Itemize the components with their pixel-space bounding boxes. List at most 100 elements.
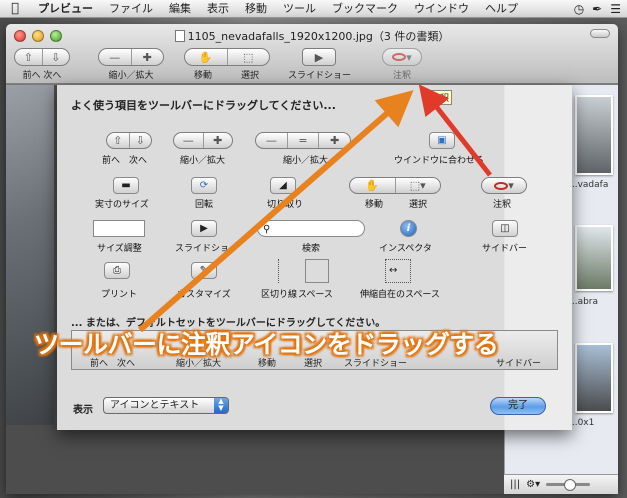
plus-icon: ✚ bbox=[213, 134, 223, 147]
palette-space[interactable] bbox=[305, 259, 329, 283]
select-arrows-icon: ▲ ▼ bbox=[214, 398, 228, 413]
annotate-label: 注釈 bbox=[393, 71, 412, 81]
zoom-in-button[interactable]: ✚ bbox=[132, 49, 164, 65]
toolbar-toggle-button[interactable] bbox=[590, 29, 610, 38]
show-mode-value: アイコンとテキスト bbox=[110, 400, 200, 411]
annotate-button[interactable]: ▾ bbox=[382, 48, 422, 66]
palette-fit-window-label: ウインドウに合わせる bbox=[394, 156, 485, 166]
menu-bar:  プレビュー ファイル 編集 表示 移動 ツール ブックマーク ウインドウ ヘ… bbox=[0, 0, 627, 18]
palette-sidebar[interactable]: ◫ bbox=[492, 220, 518, 237]
pen-tablet-icon[interactable]: ✒ bbox=[592, 2, 602, 16]
back-button[interactable]: ⇧ bbox=[15, 49, 43, 65]
down-arrow-icon: ⇩ bbox=[135, 134, 145, 147]
palette-crop[interactable]: ◢ bbox=[270, 177, 296, 194]
palette-annotate-label: 注釈 bbox=[493, 200, 512, 210]
gear-icon[interactable]: ⚙▾ bbox=[526, 479, 540, 490]
palette-flexible-space[interactable]: ↔ bbox=[385, 259, 411, 283]
palette-actual-size[interactable]: ▬ bbox=[113, 177, 139, 194]
annotate-oval-icon: ▾ bbox=[482, 178, 526, 193]
menu-extras: ◷ ✒ ☰ bbox=[574, 0, 621, 18]
thumbnail-size-slider[interactable] bbox=[546, 479, 591, 491]
sidebar-resize-handle[interactable]: ||| bbox=[510, 479, 520, 490]
palette-size-adjust[interactable] bbox=[93, 220, 145, 237]
palette-zoom-to-fit-label: 縮小／拡大 bbox=[283, 156, 329, 166]
apple-menu-icon[interactable]:  bbox=[0, 0, 30, 18]
thumbnail-1[interactable] bbox=[575, 95, 613, 175]
double-arrow-icon: ↔ bbox=[389, 265, 398, 276]
palette-sidebar-label: サイドバー bbox=[482, 244, 528, 254]
preview-window: 1105_nevadafalls_1920x1200.jpg（3 件の書類） ⇧… bbox=[6, 24, 618, 494]
minus-icon: — bbox=[174, 133, 204, 148]
pencil-icon: ✎ bbox=[199, 265, 209, 276]
palette-actual-size-label: 実寸のサイズ bbox=[95, 200, 149, 210]
palette-back-forward[interactable]: ⇧ ⇩ bbox=[106, 132, 152, 149]
instruction-caption: ツールバーに注釈アイコンをドラッグする bbox=[34, 330, 499, 359]
palette-customize[interactable]: ✎ bbox=[191, 262, 217, 279]
palette-separator[interactable] bbox=[278, 259, 279, 283]
thumbnail-caption-2: ...abra bbox=[569, 297, 599, 307]
wifi-icon[interactable]: ☰ bbox=[610, 2, 621, 16]
printer-icon: ⎙ bbox=[113, 265, 121, 276]
palette-print[interactable]: ⎙ bbox=[104, 262, 130, 279]
nevada-falls-photo bbox=[6, 85, 54, 425]
palette-move-label: 移動 bbox=[365, 200, 384, 210]
customize-toolbar-sheet: よく使う項目をツールバーにドラッグしてください... ⇧ ⇩ 前へ 次へ — ✚… bbox=[57, 85, 572, 430]
select-tool-button[interactable]: ⬚ bbox=[228, 49, 270, 65]
palette-move-select[interactable]: ✋ ⬚▾ bbox=[349, 177, 441, 194]
back-forward-label: 前へ 次へ bbox=[22, 71, 62, 81]
menu-bookmarks[interactable]: ブックマーク bbox=[324, 0, 406, 18]
select-label: 選択 bbox=[241, 71, 260, 81]
palette-customize-label: カスタマイズ bbox=[177, 290, 231, 300]
palette-separator-label: 区切り線 bbox=[261, 290, 298, 300]
menu-app-preview[interactable]: プレビュー bbox=[30, 0, 101, 18]
thumbnail-caption-1: ...vadafa bbox=[569, 180, 609, 190]
sheet-title: よく使う項目をツールバーにドラッグしてください... bbox=[71, 99, 336, 112]
forward-button[interactable]: ⇩ bbox=[43, 49, 70, 65]
menu-help[interactable]: ヘルプ bbox=[477, 0, 526, 18]
sidebar-footer: ||| ⚙▾ bbox=[504, 474, 618, 494]
hand-icon: ✋ bbox=[350, 178, 396, 193]
down-arrow-icon: ⇩ bbox=[51, 50, 61, 64]
hand-icon: ✋ bbox=[198, 50, 213, 64]
up-arrow-icon: ⇧ bbox=[107, 133, 130, 148]
fit-window-icon: ▣ bbox=[437, 135, 447, 146]
window-title-text: 1105_nevadafalls_1920x1200.jpg（3 件の書類） bbox=[187, 30, 450, 43]
move-label: 移動 bbox=[194, 71, 213, 81]
palette-slideshow[interactable]: ▶ bbox=[191, 220, 217, 237]
crop-icon: ◢ bbox=[279, 180, 287, 191]
move-tool-button[interactable]: ✋ bbox=[185, 49, 228, 65]
info-icon: i bbox=[406, 223, 411, 234]
magnifier-icon: ⚲ bbox=[263, 224, 271, 235]
actual-size-icon: ▬ bbox=[121, 180, 131, 191]
palette-inspector-label: インスペクタ bbox=[379, 244, 432, 254]
thumbnail-2[interactable] bbox=[575, 225, 613, 291]
annotate-tooltip: 注釈 bbox=[428, 90, 453, 105]
palette-annotate[interactable]: ▾ bbox=[481, 177, 527, 194]
show-mode-select[interactable]: アイコンとテキスト ▲ ▼ bbox=[103, 397, 229, 414]
palette-zoom[interactable]: — ✚ bbox=[173, 132, 233, 149]
minus-icon: — bbox=[109, 50, 121, 64]
menu-go[interactable]: 移動 bbox=[237, 0, 275, 18]
zoom-out-button[interactable]: — bbox=[99, 49, 132, 65]
menu-file[interactable]: ファイル bbox=[101, 0, 161, 18]
up-arrow-icon: ⇧ bbox=[23, 50, 33, 64]
palette-flexible-space-label: 伸縮自在のスペース bbox=[360, 290, 440, 300]
time-machine-icon[interactable]: ◷ bbox=[574, 2, 584, 16]
slideshow-button[interactable]: ▶ bbox=[302, 48, 336, 66]
palette-fit-window[interactable]: ▣ bbox=[429, 132, 455, 149]
palette-search-field[interactable]: ⚲ bbox=[257, 220, 365, 237]
palette-rotate[interactable]: ⟳ bbox=[191, 177, 217, 194]
zoom-control: — ✚ bbox=[98, 48, 164, 66]
menu-view[interactable]: 表示 bbox=[199, 0, 237, 18]
menu-window[interactable]: ウインドウ bbox=[406, 0, 477, 18]
menu-tools[interactable]: ツール bbox=[275, 0, 324, 18]
palette-size-adjust-label: サイズ調整 bbox=[97, 244, 142, 254]
palette-inspector[interactable]: i bbox=[400, 220, 417, 237]
palette-print-label: プリント bbox=[101, 290, 138, 300]
window-title: 1105_nevadafalls_1920x1200.jpg（3 件の書類） bbox=[6, 28, 618, 44]
done-button[interactable]: 完了 bbox=[490, 397, 546, 415]
menu-edit[interactable]: 編集 bbox=[161, 0, 199, 18]
palette-zoom-to-fit[interactable]: — = ✚ bbox=[255, 132, 351, 149]
show-label: 表示 bbox=[73, 405, 93, 416]
marquee-icon: ⬚ bbox=[243, 50, 254, 64]
